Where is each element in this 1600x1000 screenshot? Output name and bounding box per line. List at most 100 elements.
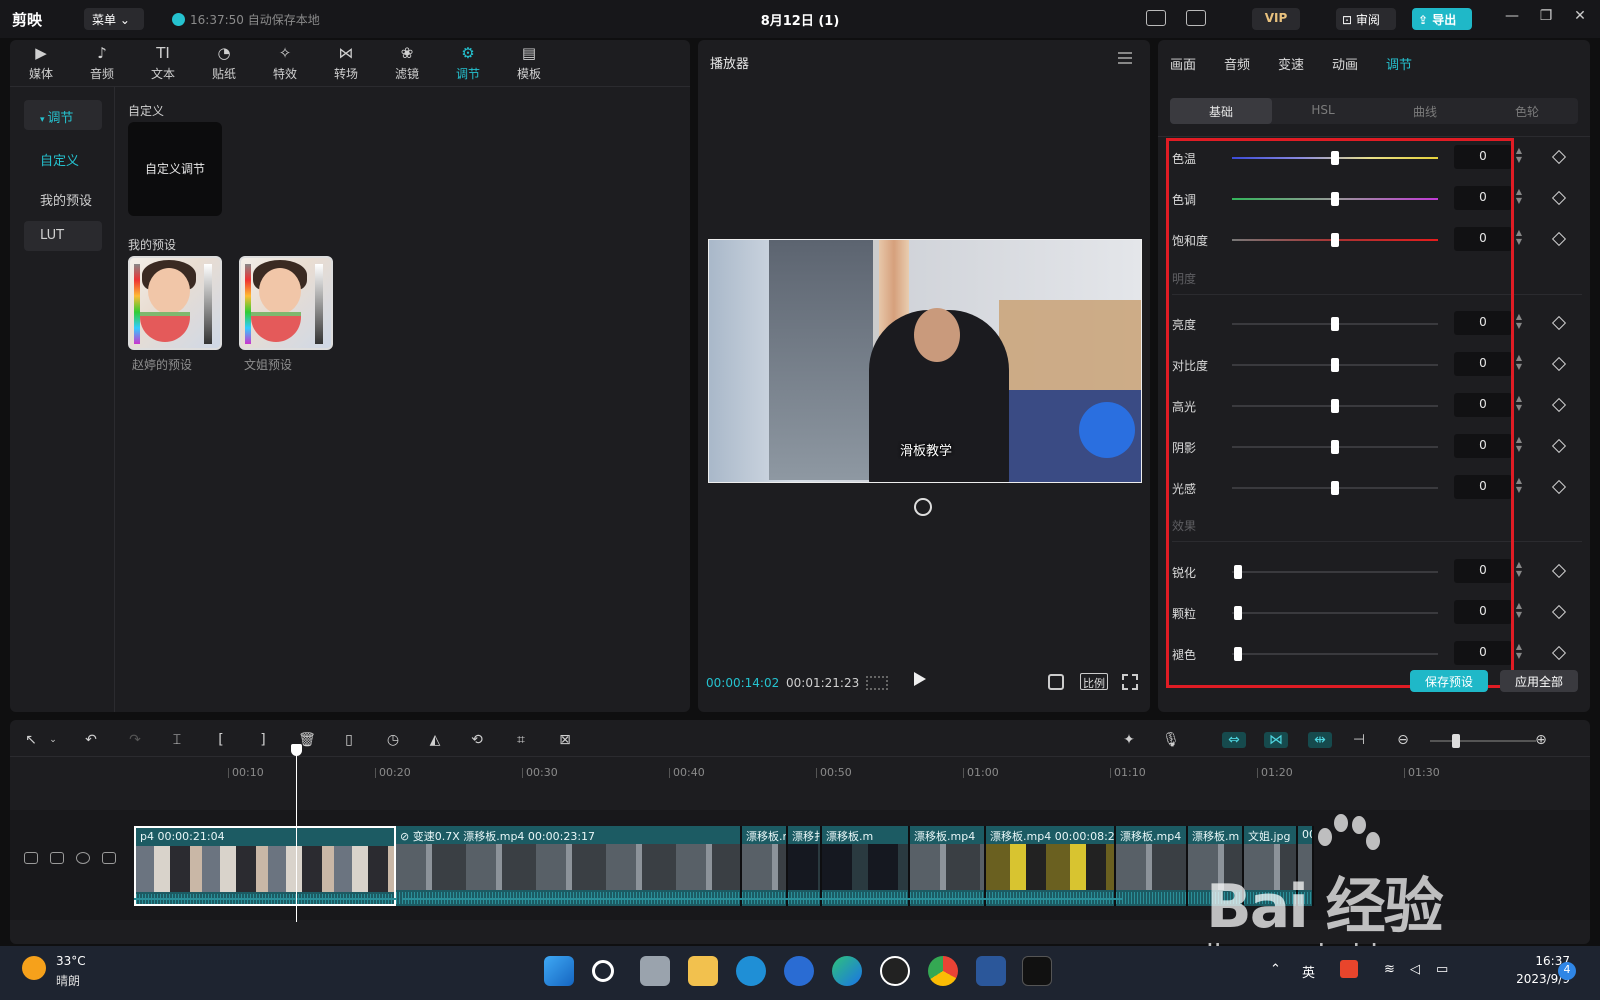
crop-icon[interactable]: ⌗ <box>512 732 530 748</box>
stepper-icon[interactable]: ▲ ▼ <box>1514 312 1524 334</box>
keyframe-icon[interactable] <box>1551 479 1567 495</box>
close-button[interactable]: ✕ <box>1570 8 1590 24</box>
browser-icon[interactable] <box>784 956 814 986</box>
edge-legacy-icon[interactable] <box>736 956 766 986</box>
zoom-slider[interactable] <box>1430 740 1536 742</box>
keyframe-icon[interactable] <box>1551 604 1567 620</box>
stepper-icon[interactable]: ▲ ▼ <box>1514 435 1524 457</box>
fullscreen-icon[interactable] <box>1122 674 1138 690</box>
file-explorer-icon[interactable] <box>688 956 718 986</box>
timeline-clip[interactable]: 漂移板.mp4 00:00:08:2 <box>986 826 1116 906</box>
weather-description[interactable]: 晴朗 <box>56 972 80 989</box>
stepper-icon[interactable]: ▲ ▼ <box>1514 146 1524 168</box>
playhead-handle[interactable] <box>291 744 302 756</box>
zoom-out-icon[interactable]: ⊖ <box>1394 732 1412 748</box>
magic-icon[interactable]: ✦ <box>1120 732 1138 748</box>
toolbar-tab-sticker[interactable]: ◔ 贴纸 <box>199 44 249 82</box>
maximize-button[interactable]: ❐ <box>1536 8 1556 24</box>
ratio-button[interactable]: 比例 <box>1080 673 1108 690</box>
trim-right-icon[interactable]: ] <box>254 732 272 748</box>
rotate-clip-icon[interactable]: ⟲ <box>468 732 486 748</box>
redo-icon[interactable]: ↷ <box>126 732 144 748</box>
start-icon[interactable] <box>544 956 574 986</box>
tab-4[interactable]: 调节 <box>1386 54 1412 73</box>
split-icon[interactable]: ⌶ <box>168 732 186 748</box>
timeline-clip[interactable]: p4 00:00:21:04 <box>134 826 396 906</box>
tab-2[interactable]: 变速 <box>1278 54 1304 73</box>
snap-icon[interactable]: ⋈ <box>1264 732 1288 748</box>
stepper-icon[interactable]: ▲ ▼ <box>1514 642 1524 664</box>
zoom-in-icon[interactable]: ⊕ <box>1532 732 1550 748</box>
microphone-icon[interactable]: 🎙 <box>1162 732 1180 748</box>
subtab-3[interactable]: 色轮 <box>1476 98 1578 124</box>
task-view-icon[interactable] <box>640 956 670 986</box>
timeline-clip[interactable]: 漂移板.mp4 <box>1116 826 1188 906</box>
keyframe-icon[interactable] <box>1551 356 1567 372</box>
review-button[interactable]: ⊡ 审阅 <box>1336 8 1396 30</box>
toolbar-tab-adjust[interactable]: ⚙ 调节 <box>443 44 493 82</box>
undo-icon[interactable]: ↶ <box>82 732 100 748</box>
split-view-icon[interactable]: ⊣ <box>1350 732 1368 748</box>
apply-all-button[interactable]: 应用全部 <box>1500 670 1578 692</box>
picture-in-picture-icon[interactable]: ⊠ <box>556 732 574 748</box>
edge-icon[interactable] <box>832 956 862 986</box>
weather-temperature[interactable]: 33°C <box>56 954 86 968</box>
timeline-clip[interactable]: 漂移扌 <box>788 826 822 906</box>
lock-icon[interactable] <box>50 852 64 864</box>
tab-3[interactable]: 动画 <box>1332 54 1358 73</box>
volume-icon[interactable]: ◁ <box>1410 962 1420 977</box>
keyframe-icon[interactable] <box>1551 563 1567 579</box>
select-tool-icon[interactable]: ↖ <box>22 732 40 748</box>
stepper-icon[interactable]: ▲ ▼ <box>1514 228 1524 250</box>
timeline-clip[interactable]: 漂移板.mp4 <box>910 826 986 906</box>
stepper-icon[interactable]: ▲ ▼ <box>1514 353 1524 375</box>
keyframe-icon[interactable] <box>1551 645 1567 661</box>
stepper-icon[interactable]: ▲ ▼ <box>1514 187 1524 209</box>
speaker-icon[interactable] <box>102 852 116 864</box>
video-subtitle[interactable]: 滑板教学 <box>709 440 1141 459</box>
keyframe-icon[interactable] <box>1551 149 1567 165</box>
wifi-icon[interactable]: ≋ <box>1384 962 1395 977</box>
keyframe-icon[interactable] <box>1551 231 1567 247</box>
toolbar-tab-audio[interactable]: ♪ 音频 <box>77 44 127 82</box>
timeline-clip[interactable]: 漂移板.r <box>742 826 788 906</box>
zoom-slider-knob[interactable] <box>1452 734 1460 748</box>
sidebar-item-adjust[interactable]: ▾ 调节 <box>24 100 102 130</box>
toolbar-tab-template[interactable]: ▤ 模板 <box>504 44 554 82</box>
stepper-icon[interactable]: ▲ ▼ <box>1514 476 1524 498</box>
capcut-icon[interactable] <box>1022 956 1052 986</box>
keyframe-icon[interactable] <box>1551 438 1567 454</box>
notification-badge[interactable]: 4 <box>1558 962 1576 980</box>
toolbar-tab-transition[interactable]: ⋈ 转场 <box>321 44 371 82</box>
trim-left-icon[interactable]: [ <box>212 732 230 748</box>
export-button[interactable]: ⇪ 导出 <box>1412 8 1472 30</box>
play-icon[interactable] <box>914 672 926 686</box>
grid-icon[interactable] <box>866 676 888 690</box>
battery-icon[interactable]: ▭ <box>1436 962 1448 977</box>
custom-adjust-card[interactable]: 自定义调节 <box>128 122 222 216</box>
time-ruler[interactable]: 00:10 00:20 00:30 00:40 00:50 01:00 01:10 01:20… <box>134 758 1590 779</box>
keyframe-icon[interactable] <box>1551 315 1567 331</box>
screenshot-icon[interactable] <box>1048 674 1064 690</box>
sidebar-item-my-presets[interactable]: 我的预设 <box>24 183 102 213</box>
sun-icon[interactable] <box>22 956 46 980</box>
timeline-clip[interactable]: 漂移板.m <box>822 826 910 906</box>
preview-axis-icon[interactable]: ⇹ <box>1308 732 1332 748</box>
tab-1[interactable]: 音频 <box>1224 54 1250 73</box>
stepper-icon[interactable]: ▲ ▼ <box>1514 601 1524 623</box>
chrome-icon[interactable] <box>928 956 958 986</box>
playhead[interactable] <box>296 748 297 922</box>
mirror-icon[interactable]: ◭ <box>426 732 444 748</box>
sidebar-item-lut[interactable]: LUT <box>24 221 102 251</box>
preset-thumbnail[interactable] <box>128 256 222 350</box>
tab-0[interactable]: 画面 <box>1170 54 1196 73</box>
subtab-0[interactable]: 基础 <box>1170 98 1272 124</box>
toolbar-tab-media[interactable]: ▶ 媒体 <box>16 44 66 82</box>
eye-icon[interactable] <box>76 852 90 864</box>
freeze-icon[interactable]: ▯ <box>340 732 358 748</box>
timeline-clip[interactable]: ⊘ 变速0.7X 漂移板.mp4 00:00:23:17 <box>396 826 742 906</box>
hamburger-icon[interactable] <box>1118 52 1132 64</box>
ime-indicator[interactable]: 英 <box>1302 962 1315 981</box>
chevron-up-icon[interactable]: ⌃ <box>1270 962 1281 977</box>
keyframe-icon[interactable] <box>1551 190 1567 206</box>
